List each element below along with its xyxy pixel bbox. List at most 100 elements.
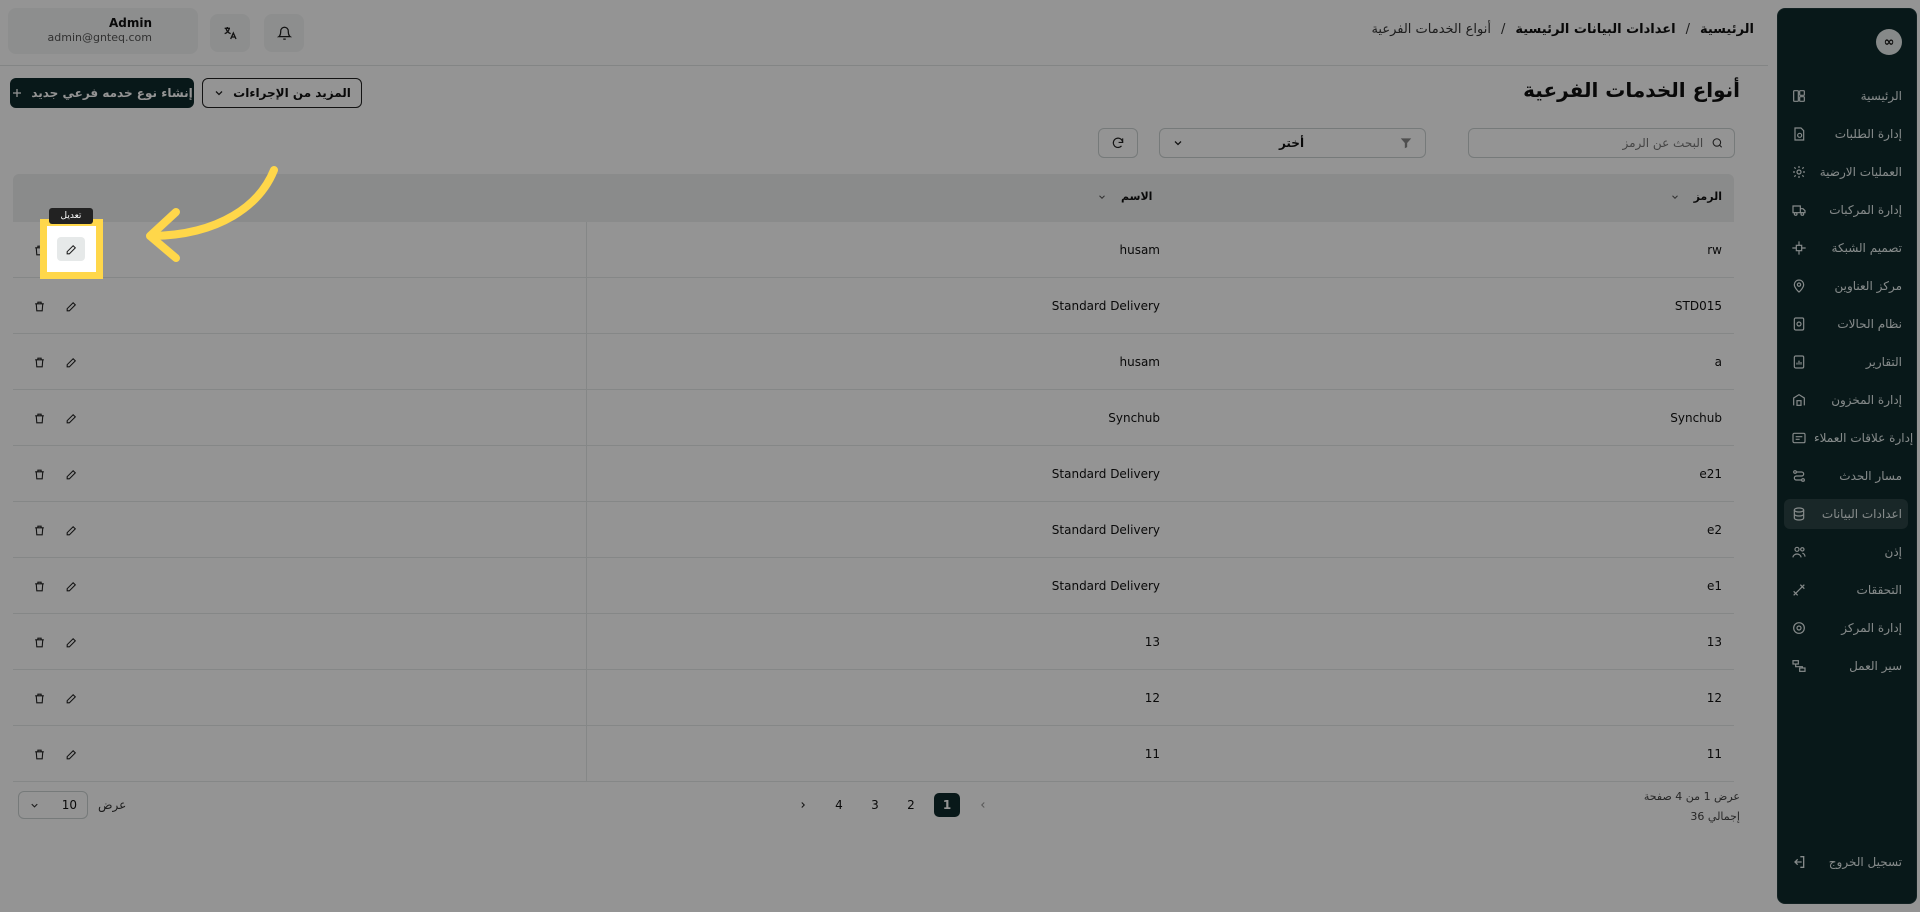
edit-tooltip: تعديل: [49, 208, 93, 224]
trash-icon: [34, 525, 44, 535]
edit-button[interactable]: [59, 407, 83, 429]
cell-code: e21: [1699, 467, 1722, 481]
sidebar-item[interactable]: إدارة المخزون: [1784, 385, 1908, 415]
delete-button[interactable]: [27, 575, 51, 597]
delete-button[interactable]: [27, 519, 51, 541]
table-row: husam a: [13, 334, 1734, 390]
page-button-4[interactable]: 4: [826, 793, 852, 817]
sidebar-nav: الرئيسية إدارة الطلبات العمليات الارضية إدا…: [1776, 81, 1916, 689]
column-divider: [586, 670, 587, 725]
cell-name: 13: [1144, 635, 1160, 649]
sidebar-item[interactable]: مركز العناوين: [1784, 271, 1908, 301]
sidebar-item[interactable]: سير العمل: [1784, 651, 1908, 681]
column-divider: [586, 502, 587, 557]
pencil-icon: [66, 469, 76, 479]
edit-button[interactable]: [59, 743, 83, 765]
sidebar-item[interactable]: إدارة المركبات: [1784, 195, 1908, 225]
page-size-label: عرض: [98, 798, 127, 812]
notifications-button[interactable]: [264, 14, 304, 52]
delete-button[interactable]: [27, 295, 51, 317]
column-divider: [586, 726, 587, 781]
edit-button[interactable]: [59, 687, 83, 709]
language-button[interactable]: [210, 14, 250, 52]
sidebar-item[interactable]: إذن: [1784, 537, 1908, 567]
sidebar-item[interactable]: إدارة علاقات العملاء: [1784, 423, 1913, 453]
next-page-button[interactable]: [790, 793, 816, 817]
cell-code: 11: [1706, 747, 1722, 761]
edit-button[interactable]: [59, 463, 83, 485]
page-button-1[interactable]: 1: [934, 793, 960, 817]
cell-name: husam: [1119, 355, 1160, 369]
sidebar-item[interactable]: إدارة المركز: [1784, 613, 1908, 643]
table-row: Standard Delivery e2: [13, 502, 1734, 558]
sidebar-item[interactable]: إدارة الطلبات: [1784, 119, 1908, 149]
breadcrumb-home[interactable]: الرئيسية: [1700, 22, 1754, 37]
edit-button[interactable]: [59, 631, 83, 653]
table-row: 13 13: [13, 614, 1734, 670]
trash-icon: [34, 693, 44, 703]
pencil-icon: [66, 525, 76, 535]
sidebar-item[interactable]: اعدادات البيانات: [1784, 499, 1908, 529]
delete-button[interactable]: [27, 407, 51, 429]
column-divider: [586, 222, 587, 277]
logout-icon: [1790, 853, 1808, 871]
hub-icon: [1790, 619, 1808, 637]
create-sub-service-button[interactable]: إنشاء نوع خدمه فرعي جديد: [10, 78, 194, 108]
search-input[interactable]: [1479, 136, 1704, 150]
delete-button[interactable]: [27, 631, 51, 653]
column-code-label: الرمز: [1693, 190, 1722, 203]
filter-select[interactable]: أختر: [1159, 128, 1426, 158]
delete-button[interactable]: [27, 463, 51, 485]
refresh-button[interactable]: [1098, 128, 1138, 158]
page-button-2[interactable]: 2: [898, 793, 924, 817]
column-header-name[interactable]: الاسم: [1097, 190, 1152, 203]
edit-button[interactable]: [59, 295, 83, 317]
logout-label: تسجيل الخروج: [1828, 855, 1902, 869]
column-divider: [586, 334, 587, 389]
pencil-icon: [66, 637, 76, 647]
sidebar-item[interactable]: نظام الحالات: [1784, 309, 1908, 339]
user-menu[interactable]: Admin admin@gnteq.com: [8, 8, 198, 54]
more-actions-button[interactable]: المزيد من الإجراءات: [202, 78, 362, 108]
trash-icon: [34, 469, 44, 479]
status-icon: [1790, 315, 1808, 333]
page-button-3[interactable]: 3: [862, 793, 888, 817]
breadcrumb-separator: /: [1685, 22, 1690, 37]
sidebar-item-label: سير العمل: [1849, 659, 1902, 673]
logout-button[interactable]: تسجيل الخروج: [1784, 847, 1908, 877]
delete-button[interactable]: [27, 351, 51, 373]
sidebar-item[interactable]: التحققات: [1784, 575, 1908, 605]
table-row: Standard Delivery e1: [13, 558, 1734, 614]
more-actions-label: المزيد من الإجراءات: [233, 86, 351, 100]
sidebar-item[interactable]: العمليات الارضية: [1784, 157, 1908, 187]
page-size-select[interactable]: 10: [18, 791, 88, 819]
trash-icon: [34, 581, 44, 591]
refresh-icon: [1112, 137, 1124, 149]
workflow-icon: [1790, 657, 1808, 675]
previous-page-button[interactable]: [970, 793, 996, 817]
cell-code: Synchub: [1670, 411, 1722, 425]
page-info-text: عرض 1 من 4 صفحة: [1643, 790, 1740, 803]
sidebar-item[interactable]: مسار الحدث: [1784, 461, 1908, 491]
sidebar: ∞ الرئيسية إدارة الطلبات العمليات الارضية إ…: [1777, 8, 1917, 904]
user-email: admin@gnteq.com: [47, 31, 152, 44]
sidebar-item[interactable]: التقارير: [1784, 347, 1908, 377]
sidebar-item-label: تصميم الشبكة: [1831, 241, 1902, 255]
sidebar-item-label: إدارة المركبات: [1829, 203, 1902, 217]
delete-button[interactable]: [27, 687, 51, 709]
app-logo[interactable]: ∞: [1876, 29, 1902, 55]
sidebar-item-label: مركز العناوين: [1834, 279, 1902, 293]
sidebar-item[interactable]: الرئيسية: [1784, 81, 1908, 111]
column-header-code[interactable]: الرمز: [1670, 190, 1722, 203]
cell-name: 11: [1144, 747, 1160, 761]
search-box[interactable]: [1468, 128, 1735, 158]
cell-name: Standard Delivery: [1051, 467, 1160, 481]
pencil-icon: [66, 357, 76, 367]
edit-button[interactable]: [59, 575, 83, 597]
delete-button[interactable]: [27, 743, 51, 765]
edit-button[interactable]: [59, 351, 83, 373]
edit-button[interactable]: [59, 519, 83, 541]
sidebar-item[interactable]: تصميم الشبكة: [1784, 233, 1908, 263]
translate-icon: [224, 27, 237, 40]
breadcrumb-master-data[interactable]: اعدادات البيانات الرئيسية: [1515, 22, 1675, 37]
